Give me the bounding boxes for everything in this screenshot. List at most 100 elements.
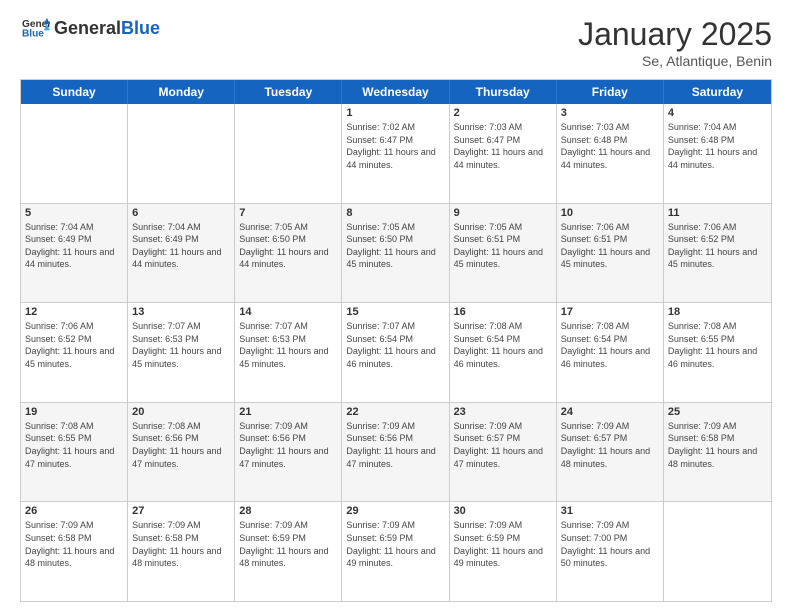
day-number: 6 <box>132 207 230 219</box>
calendar-cell-1-5: 10 Sunrise: 7:06 AM Sunset: 6:51 PM Dayli… <box>557 204 664 303</box>
day-info: Sunrise: 7:08 AM Sunset: 6:56 PM Dayligh… <box>132 420 230 470</box>
day-number: 19 <box>25 406 123 418</box>
calendar-row-2: 12 Sunrise: 7:06 AM Sunset: 6:52 PM Dayli… <box>21 303 771 403</box>
calendar-cell-3-4: 23Sunrise: 7:09 AM Sunset: 6:57 PM Dayli… <box>450 403 557 502</box>
day-number: 4 <box>668 107 767 119</box>
calendar-cell-3-5: 24 Sunrise: 7:09 AM Sunset: 6:57 PM Dayli… <box>557 403 664 502</box>
calendar: Sunday Monday Tuesday Wednesday Thursday… <box>20 79 772 602</box>
calendar-body: 1 Sunrise: 7:02 AM Sunset: 6:47 PM Daylig… <box>21 104 771 601</box>
month-title: January 2025 <box>578 16 772 53</box>
day-info: Sunrise: 7:06 AM Sunset: 6:51 PM Dayligh… <box>561 221 659 271</box>
day-number: 18 <box>668 306 767 318</box>
day-info: Sunrise: 7:09 AM Sunset: 6:58 PM Dayligh… <box>668 420 767 470</box>
calendar-row-3: 19 Sunrise: 7:08 AM Sunset: 6:55 PM Dayli… <box>21 403 771 503</box>
day-number: 10 <box>561 207 659 219</box>
day-info: Sunrise: 7:07 AM Sunset: 6:53 PM Dayligh… <box>132 320 230 370</box>
calendar-header: Sunday Monday Tuesday Wednesday Thursday… <box>21 80 771 104</box>
day-number: 31 <box>561 505 659 517</box>
day-number: 11 <box>668 207 767 219</box>
calendar-cell-4-0: 26Sunrise: 7:09 AM Sunset: 6:58 PM Dayli… <box>21 502 128 601</box>
day-info: Sunrise: 7:07 AM Sunset: 6:53 PM Dayligh… <box>239 320 337 370</box>
day-info: Sunrise: 7:07 AM Sunset: 6:54 PM Dayligh… <box>346 320 444 370</box>
day-info: Sunrise: 7:02 AM Sunset: 6:47 PM Dayligh… <box>346 121 444 171</box>
calendar-cell-3-6: 25 Sunrise: 7:09 AM Sunset: 6:58 PM Dayli… <box>664 403 771 502</box>
day-number: 1 <box>346 107 444 119</box>
day-info: Sunrise: 7:09 AM Sunset: 6:59 PM Dayligh… <box>454 519 552 569</box>
calendar-cell-2-4: 16Sunrise: 7:08 AM Sunset: 6:54 PM Dayli… <box>450 303 557 402</box>
day-number: 22 <box>346 406 444 418</box>
day-number: 20 <box>132 406 230 418</box>
calendar-cell-2-3: 15 Sunrise: 7:07 AM Sunset: 6:54 PM Dayli… <box>342 303 449 402</box>
logo-icon: General Blue <box>22 16 50 40</box>
calendar-cell-1-6: 11Sunrise: 7:06 AM Sunset: 6:52 PM Dayli… <box>664 204 771 303</box>
day-info: Sunrise: 7:09 AM Sunset: 6:59 PM Dayligh… <box>239 519 337 569</box>
calendar-cell-4-5: 31 Sunrise: 7:09 AM Sunset: 7:00 PM Dayli… <box>557 502 664 601</box>
calendar-cell-4-2: 28Sunrise: 7:09 AM Sunset: 6:59 PM Dayli… <box>235 502 342 601</box>
calendar-cell-2-1: 13Sunrise: 7:07 AM Sunset: 6:53 PM Dayli… <box>128 303 235 402</box>
header: General Blue General Blue January 2025 Se… <box>20 16 772 69</box>
page: General Blue General Blue January 2025 Se… <box>0 0 792 612</box>
header-saturday: Saturday <box>664 80 771 104</box>
day-number: 16 <box>454 306 552 318</box>
calendar-cell-4-6 <box>664 502 771 601</box>
calendar-cell-4-3: 29Sunrise: 7:09 AM Sunset: 6:59 PM Dayli… <box>342 502 449 601</box>
day-number: 2 <box>454 107 552 119</box>
day-info: Sunrise: 7:09 AM Sunset: 6:58 PM Dayligh… <box>132 519 230 569</box>
day-info: Sunrise: 7:05 AM Sunset: 6:50 PM Dayligh… <box>239 221 337 271</box>
day-number: 25 <box>668 406 767 418</box>
calendar-cell-3-1: 20 Sunrise: 7:08 AM Sunset: 6:56 PM Dayli… <box>128 403 235 502</box>
calendar-cell-0-0 <box>21 104 128 203</box>
calendar-cell-2-2: 14Sunrise: 7:07 AM Sunset: 6:53 PM Dayli… <box>235 303 342 402</box>
day-info: Sunrise: 7:05 AM Sunset: 6:50 PM Dayligh… <box>346 221 444 271</box>
calendar-cell-0-3: 1 Sunrise: 7:02 AM Sunset: 6:47 PM Daylig… <box>342 104 449 203</box>
logo-general-text: General <box>54 18 121 38</box>
day-info: Sunrise: 7:08 AM Sunset: 6:54 PM Dayligh… <box>561 320 659 370</box>
calendar-cell-4-1: 27 Sunrise: 7:09 AM Sunset: 6:58 PM Dayli… <box>128 502 235 601</box>
calendar-cell-0-1 <box>128 104 235 203</box>
day-number: 17 <box>561 306 659 318</box>
calendar-cell-1-4: 9 Sunrise: 7:05 AM Sunset: 6:51 PM Daylig… <box>450 204 557 303</box>
calendar-cell-0-5: 3 Sunrise: 7:03 AM Sunset: 6:48 PM Daylig… <box>557 104 664 203</box>
calendar-cell-3-2: 21Sunrise: 7:09 AM Sunset: 6:56 PM Dayli… <box>235 403 342 502</box>
day-info: Sunrise: 7:04 AM Sunset: 6:48 PM Dayligh… <box>668 121 767 171</box>
day-info: Sunrise: 7:09 AM Sunset: 7:00 PM Dayligh… <box>561 519 659 569</box>
calendar-cell-0-2 <box>235 104 342 203</box>
calendar-row-4: 26Sunrise: 7:09 AM Sunset: 6:58 PM Dayli… <box>21 502 771 601</box>
day-info: Sunrise: 7:08 AM Sunset: 6:55 PM Dayligh… <box>668 320 767 370</box>
day-number: 27 <box>132 505 230 517</box>
day-number: 21 <box>239 406 337 418</box>
day-number: 7 <box>239 207 337 219</box>
header-wednesday: Wednesday <box>342 80 449 104</box>
calendar-cell-2-6: 18 Sunrise: 7:08 AM Sunset: 6:55 PM Dayli… <box>664 303 771 402</box>
calendar-cell-2-5: 17 Sunrise: 7:08 AM Sunset: 6:54 PM Dayli… <box>557 303 664 402</box>
header-friday: Friday <box>557 80 664 104</box>
header-monday: Monday <box>128 80 235 104</box>
calendar-cell-3-3: 22 Sunrise: 7:09 AM Sunset: 6:56 PM Dayli… <box>342 403 449 502</box>
calendar-cell-4-4: 30Sunrise: 7:09 AM Sunset: 6:59 PM Dayli… <box>450 502 557 601</box>
day-number: 12 <box>25 306 123 318</box>
day-info: Sunrise: 7:09 AM Sunset: 6:56 PM Dayligh… <box>346 420 444 470</box>
header-thursday: Thursday <box>450 80 557 104</box>
header-sunday: Sunday <box>21 80 128 104</box>
day-number: 5 <box>25 207 123 219</box>
calendar-cell-1-1: 6Sunrise: 7:04 AM Sunset: 6:49 PM Daylig… <box>128 204 235 303</box>
day-info: Sunrise: 7:04 AM Sunset: 6:49 PM Dayligh… <box>25 221 123 271</box>
day-info: Sunrise: 7:06 AM Sunset: 6:52 PM Dayligh… <box>25 320 123 370</box>
calendar-cell-0-6: 4 Sunrise: 7:04 AM Sunset: 6:48 PM Daylig… <box>664 104 771 203</box>
calendar-row-1: 5 Sunrise: 7:04 AM Sunset: 6:49 PM Daylig… <box>21 204 771 304</box>
day-number: 9 <box>454 207 552 219</box>
title-block: January 2025 Se, Atlantique, Benin <box>578 16 772 69</box>
day-info: Sunrise: 7:03 AM Sunset: 6:48 PM Dayligh… <box>561 121 659 171</box>
day-number: 8 <box>346 207 444 219</box>
day-number: 3 <box>561 107 659 119</box>
day-info: Sunrise: 7:05 AM Sunset: 6:51 PM Dayligh… <box>454 221 552 271</box>
day-number: 15 <box>346 306 444 318</box>
day-info: Sunrise: 7:09 AM Sunset: 6:58 PM Dayligh… <box>25 519 123 569</box>
calendar-cell-3-0: 19 Sunrise: 7:08 AM Sunset: 6:55 PM Dayli… <box>21 403 128 502</box>
calendar-cell-1-3: 8 Sunrise: 7:05 AM Sunset: 6:50 PM Daylig… <box>342 204 449 303</box>
day-info: Sunrise: 7:09 AM Sunset: 6:57 PM Dayligh… <box>454 420 552 470</box>
svg-text:Blue: Blue <box>22 29 44 40</box>
day-number: 24 <box>561 406 659 418</box>
day-info: Sunrise: 7:09 AM Sunset: 6:57 PM Dayligh… <box>561 420 659 470</box>
day-info: Sunrise: 7:08 AM Sunset: 6:55 PM Dayligh… <box>25 420 123 470</box>
